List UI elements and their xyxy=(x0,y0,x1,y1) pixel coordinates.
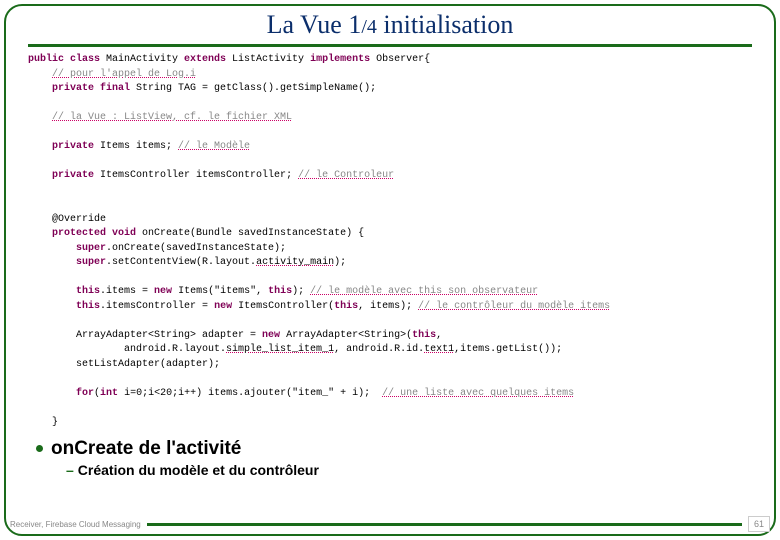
bullet-lvl2: –Création du modèle et du contrôleur xyxy=(66,462,752,478)
title-underline xyxy=(28,44,752,47)
dash-icon: – xyxy=(66,462,74,478)
bullet-dot-icon xyxy=(36,445,43,452)
bullet-lvl1: onCreate de l'activité xyxy=(36,438,752,460)
page-number: 61 xyxy=(748,516,770,532)
footer-line xyxy=(147,523,742,526)
bullets: onCreate de l'activité –Création du modè… xyxy=(36,438,752,478)
footer-text: Receiver, Firebase Cloud Messaging xyxy=(10,520,141,529)
code-block: public class MainActivity extends ListAc… xyxy=(28,53,752,430)
slide-title: La Vue 1/4 initialisation xyxy=(0,0,780,44)
footer: Receiver, Firebase Cloud Messaging 61 xyxy=(10,516,770,532)
